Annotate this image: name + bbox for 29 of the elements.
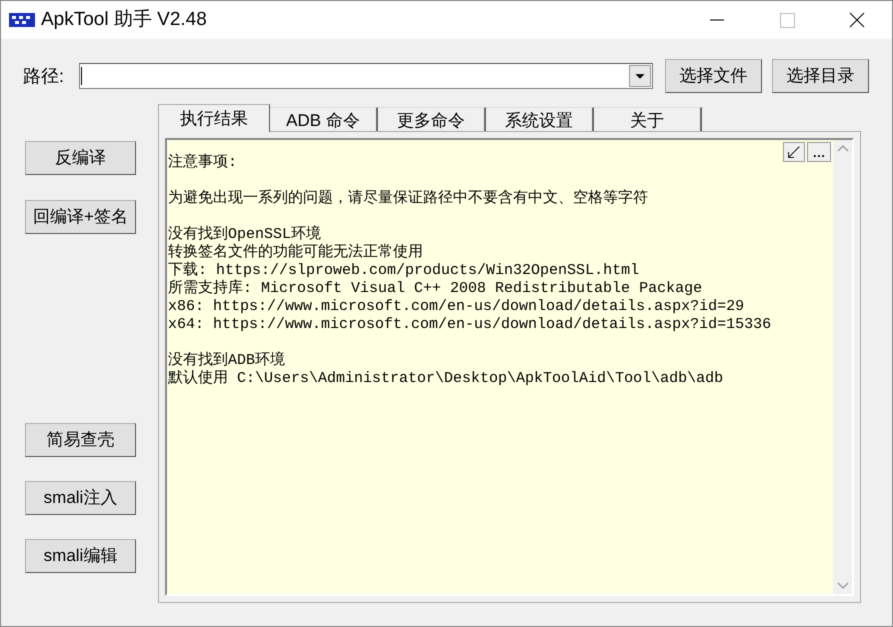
path-label: 路径: [23,64,66,88]
path-combobox[interactable] [79,63,653,89]
scroll-up-icon[interactable] [836,144,848,152]
action-button[interactable]: smali编辑 [25,539,136,573]
tab[interactable]: ADB 命令 [270,107,378,131]
action-button[interactable]: 简易查壳 [25,423,136,457]
action-button[interactable]: 反编译 [25,141,136,175]
output-line: 默认使用 C:\Users\Administrator\Desktop\ApkToolAid\Tool\adb\adb [168,370,724,388]
app-icon [9,10,35,30]
tab[interactable]: 关于 [594,107,702,131]
output-line: 下载: https://slproweb.com/products/Win32OpenSSL.html [168,262,640,279]
output-line: x86: https://www.microsoft.com/en-us/download/details.aspx?id=29 [168,298,744,316]
action-button[interactable]: smali注入 [25,481,136,515]
output-line: 没有找到ADB环境 [168,352,286,370]
output-line: x64: https://www.microsoft.com/en-us/download/details.aspx?id=15336 [168,316,772,334]
output-line: 转换签名文件的功能可能无法正常使用 [168,244,423,262]
tab[interactable]: 执行结果 [158,104,270,132]
window-title: ApkTool 助手 V2.48 [41,8,207,32]
output-line: 注意事项: [168,154,238,172]
scroll-down-icon[interactable] [836,582,848,590]
action-button[interactable]: 回编译+签名 [25,200,136,234]
output-line: 为避免出现一系列的问题，请尽量保证路径中不要含有中文、空格等字符 [168,190,648,208]
tab[interactable]: 更多命令 [378,107,486,131]
browse-button[interactable]: 选择文件 [665,59,762,93]
more-button[interactable]: … [807,142,831,162]
output-line: 没有找到OpenSSL环境 [168,226,322,244]
output-line: 所需支持库: Microsoft Visual C++ 2008 Redistributable Package [168,280,702,298]
browse-button[interactable]: 选择目录 [772,59,869,93]
tab[interactable]: 系统设置 [486,107,594,131]
